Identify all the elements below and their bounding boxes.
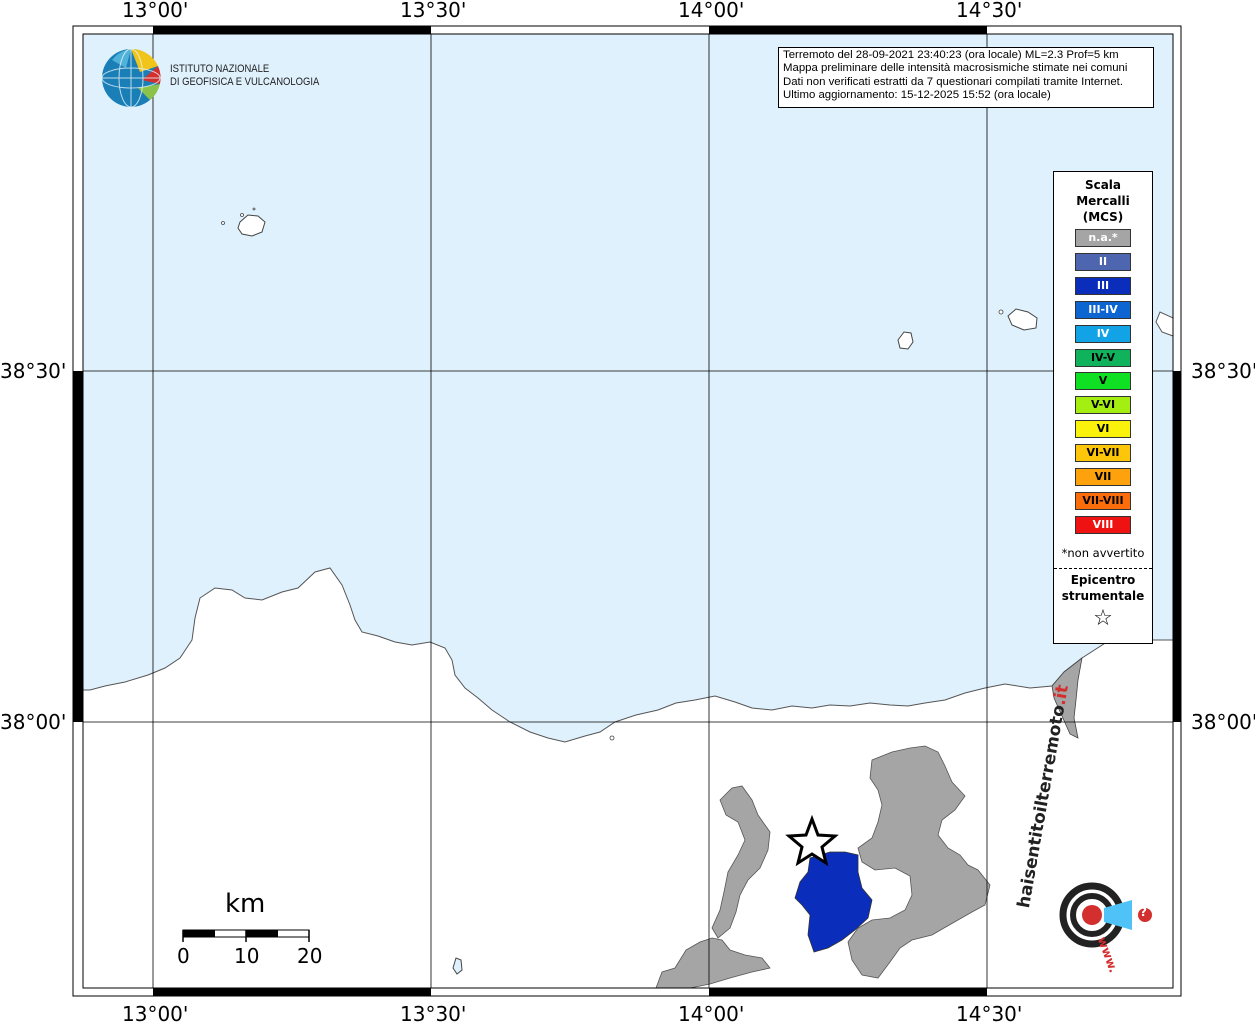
- ingv-logo-line1: ISTITUTO NAZIONALE: [170, 63, 270, 75]
- legend-epicenter-label: Epicentro strumentale: [1054, 572, 1152, 604]
- legend-swatch-ivv: IV-V: [1075, 348, 1131, 367]
- ingv-logo-globe-icon: [101, 48, 161, 108]
- scale-label-0: 0: [177, 944, 190, 968]
- legend-swatch-vii: VII: [1075, 468, 1131, 486]
- event-info-line4: Ultimo aggiornamento: 15-12-2025 15:52 (…: [783, 89, 1051, 102]
- legend-swatch-na: n.a.*: [1075, 229, 1131, 247]
- legend-swatch-v: V: [1075, 372, 1131, 391]
- islet-1: [221, 221, 225, 225]
- legend-swatch-iii: III: [1075, 276, 1131, 295]
- legend-swatch-vi: VI: [1075, 420, 1131, 439]
- legend-swatch-iiiiv: III-IV: [1075, 300, 1131, 319]
- mcs-legend: Scala Mercalli (MCS) n.a.* II III III-IV IV I…: [1053, 171, 1153, 644]
- islet-3: [252, 207, 256, 211]
- legend-note: *non avvertito: [1061, 546, 1145, 560]
- legend-swatch-iv: IV: [1075, 324, 1131, 343]
- legend-title-line2: Mercalli: [1076, 194, 1130, 208]
- hsit-badge-question: ?: [1140, 905, 1147, 919]
- lon-label-top-3: 14°00': [678, 0, 745, 22]
- lon-label-bottom-4: 14°30': [956, 1002, 1023, 1026]
- legend-epicenter-line1: Epicentro: [1070, 573, 1136, 587]
- event-info-line1: Terremoto del 28-09-2021 23:40:23 (ora l…: [783, 49, 1119, 61]
- legend-divider: [1054, 568, 1152, 569]
- hsit-text-it: .it: [1049, 683, 1073, 707]
- scale-bar-title: km: [225, 889, 266, 919]
- legend-title-line3: (MCS): [1082, 210, 1124, 224]
- lat-label-right-1: 38°30': [1191, 359, 1255, 383]
- lat-label-right-2: 38°00': [1191, 710, 1255, 734]
- scale-label-10: 10: [234, 944, 260, 968]
- legend-swatch-viii: VIII: [1075, 515, 1131, 534]
- scale-label-20: 20: [297, 944, 323, 968]
- lon-label-top-2: 13°30': [400, 0, 467, 22]
- event-info-box: Terremoto del 28-09-2021 23:40:23 (ora l…: [778, 47, 1154, 108]
- lat-label-left-1: 38°30': [0, 359, 67, 383]
- lat-label-left-2: 38°00': [0, 710, 67, 734]
- legend-swatch-vivii: VI-VII: [1075, 444, 1131, 463]
- lon-label-top-4: 14°30': [956, 0, 1023, 22]
- lon-label-top-1: 13°00': [122, 0, 189, 22]
- event-info-line3: Dati non verificati estratti da 7 questi…: [783, 75, 1123, 88]
- event-info-line2: Mappa preliminare delle intensità macros…: [783, 62, 1128, 75]
- legend-swatch-viiviii: VII-VIII: [1075, 491, 1131, 510]
- lon-label-bottom-1: 13°00': [122, 1002, 189, 1026]
- islet-4: [998, 309, 1004, 315]
- legend-epicenter-line2: strumentale: [1061, 589, 1145, 603]
- legend-swatch-ii: II: [1075, 252, 1131, 271]
- legend-title: Scala Mercalli (MCS): [1054, 177, 1152, 225]
- legend-title-line1: Scala: [1084, 178, 1122, 192]
- ingv-logo-text: ISTITUTO NAZIONALE DI GEOFISICA E VULCAN…: [170, 63, 319, 89]
- legend-star-icon: ☆: [1093, 606, 1113, 631]
- lon-label-bottom-2: 13°30': [400, 1002, 467, 1026]
- islet-5: [609, 735, 615, 741]
- islet-2: [240, 213, 244, 217]
- ingv-logo-line2: DI GEOFISICA E VULCANOLOGIA: [170, 76, 320, 88]
- legend-swatch-vvi: V-VI: [1075, 396, 1131, 415]
- lon-label-bottom-3: 14°00': [678, 1002, 745, 1026]
